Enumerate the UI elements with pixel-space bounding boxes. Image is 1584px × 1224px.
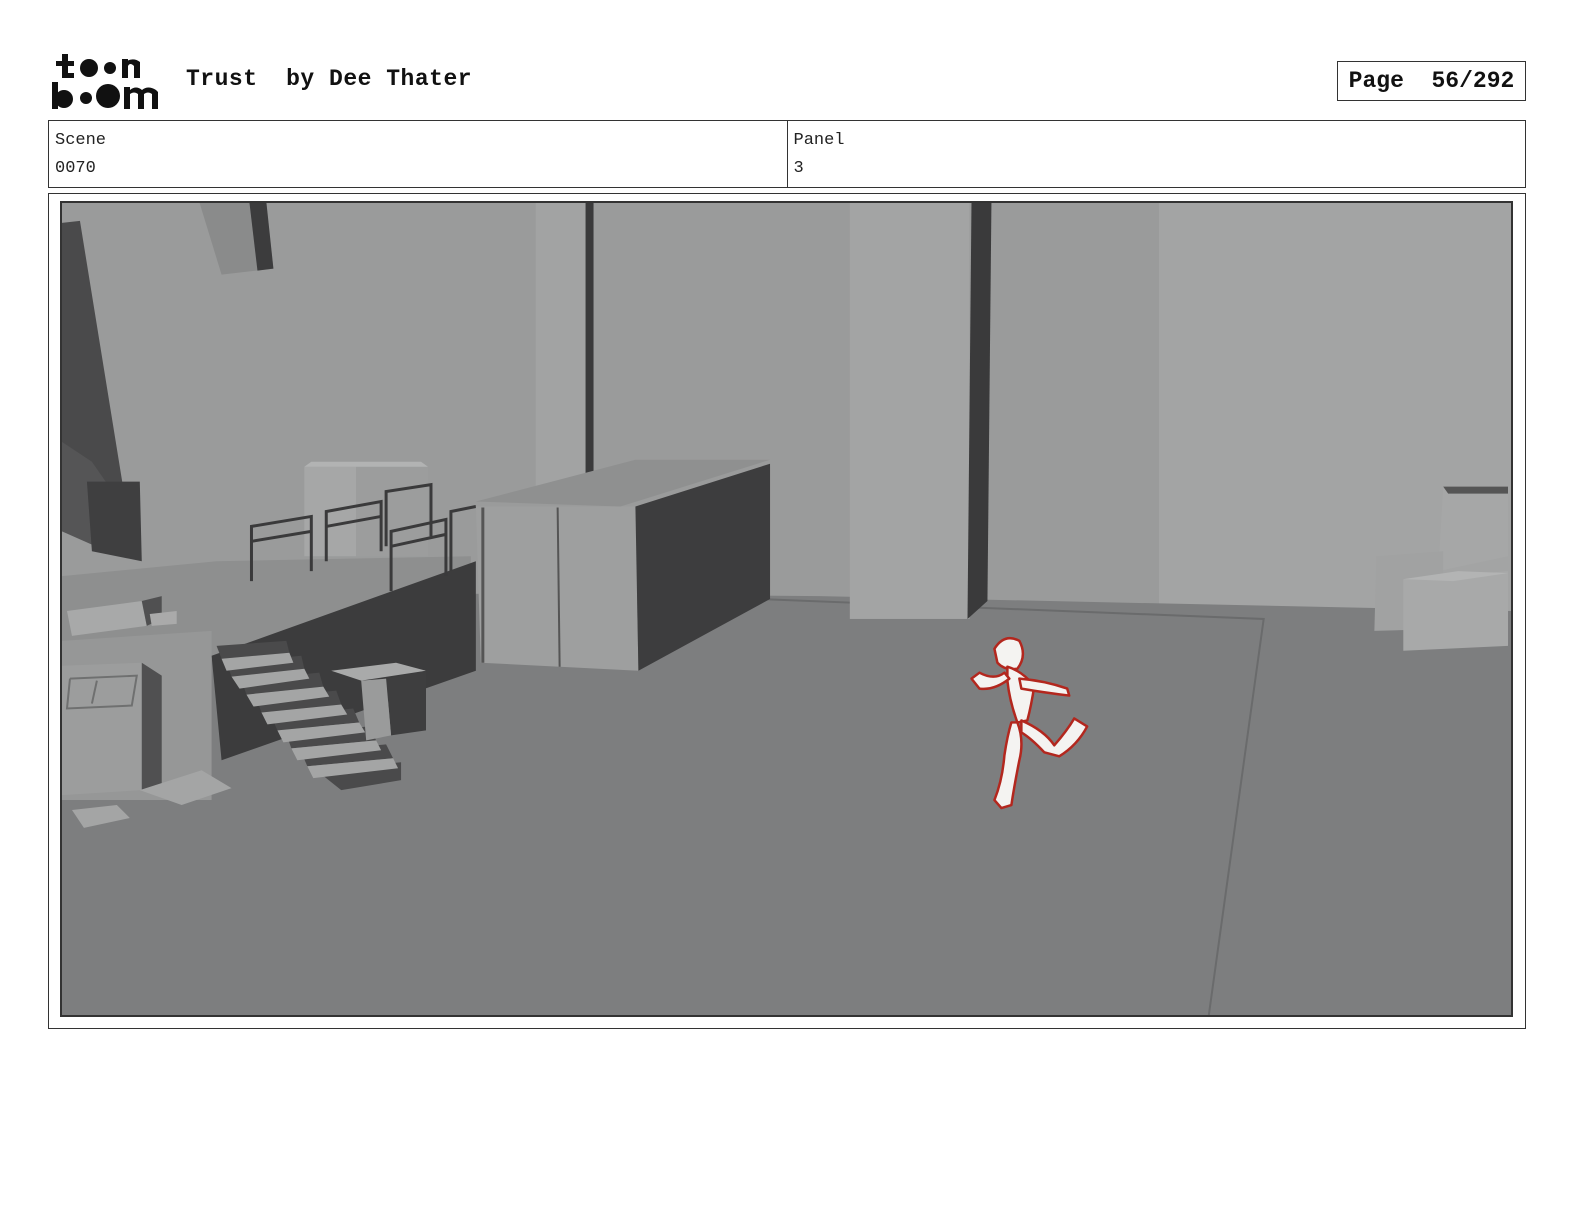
page-indicator: Page 56/292 [1337,61,1526,101]
panel-cell: Panel 3 [786,121,1526,187]
scene-cell: Scene 0070 [49,121,787,187]
page-label: Page 56/292 [1348,68,1515,94]
panel-label: Panel [793,131,845,150]
scene-label: Scene [55,131,107,150]
panel-value: 3 [793,159,804,178]
storyboard-panel-image [60,201,1513,1017]
scene-panel-info: Scene 0070 Panel 3 [48,120,1526,188]
document-title: Trust by Dee Thater [186,66,473,92]
scene-value: 0070 [55,159,96,178]
toon-boom-logo [52,54,158,109]
scene-illustration [62,203,1511,1015]
storyboard-frame [48,193,1526,1029]
